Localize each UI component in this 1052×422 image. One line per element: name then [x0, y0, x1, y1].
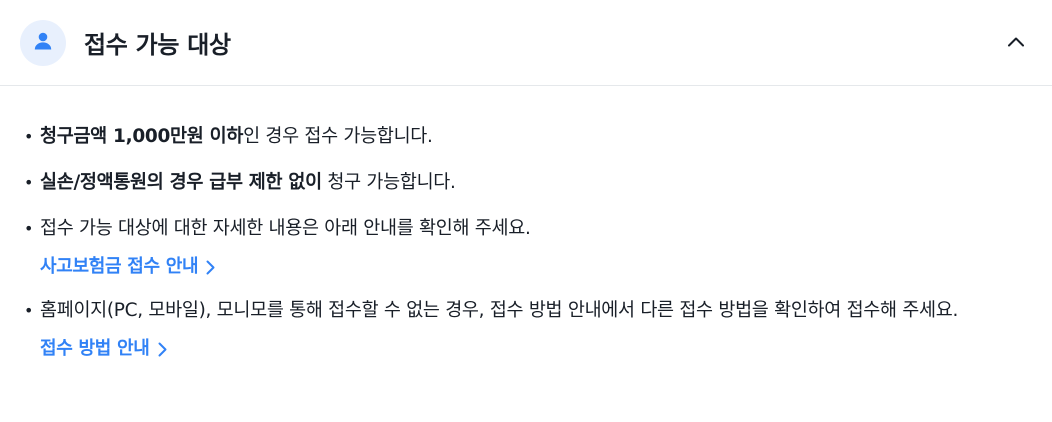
- list-item-text: 실손/정액통원의 경우 급부 제한 없이 청구 가능합니다.: [40, 168, 456, 198]
- claim-method-guide-link[interactable]: 접수 방법 안내: [40, 334, 167, 364]
- chevron-up-icon: [1007, 33, 1025, 52]
- list-item-rest: 청구 가능합니다.: [321, 172, 456, 193]
- list-item-rest: 접수 가능 대상에 대한 자세한 내용은 아래 안내를 확인해 주세요.: [40, 218, 531, 239]
- list-item-text: 홈페이지(PC, 모바일), 모니모를 통해 접수할 수 없는 경우, 접수 방…: [40, 296, 958, 326]
- eligibility-panel: 접수 가능 대상 • 청구금액 1,000만원 이하인 경우 접수 가능합니다.…: [0, 0, 1052, 422]
- link-row: 사고보험금 접수 안내: [24, 244, 1022, 282]
- list-item-bold: 청구금액 1,000만원 이하: [40, 126, 244, 147]
- collapse-button[interactable]: [1002, 29, 1030, 57]
- list-item-bold: 실손/정액통원의 경우 급부 제한 없이: [40, 172, 322, 193]
- bullet: •: [24, 301, 34, 320]
- accident-insurance-guide-link[interactable]: 사고보험금 접수 안내: [40, 252, 215, 282]
- user-icon: [32, 30, 54, 56]
- list-item-text: 청구금액 1,000만원 이하인 경우 접수 가능합니다.: [40, 122, 433, 152]
- chevron-right-icon: [206, 260, 215, 275]
- list-item-rest: 홈페이지(PC, 모바일), 모니모를 통해 접수할 수 없는 경우, 접수 방…: [40, 300, 959, 321]
- link-label: 사고보험금 접수 안내: [40, 256, 199, 277]
- list-item: • 청구금액 1,000만원 이하인 경우 접수 가능합니다.: [24, 122, 1022, 152]
- link-label: 접수 방법 안내: [40, 338, 150, 359]
- chevron-right-icon: [158, 342, 167, 357]
- panel-content: • 청구금액 1,000만원 이하인 경우 접수 가능합니다. • 실손/정액통…: [0, 86, 1052, 364]
- link-row: 접수 방법 안내: [24, 326, 1022, 364]
- avatar: [20, 19, 66, 66]
- panel-header[interactable]: 접수 가능 대상: [0, 0, 1052, 86]
- bullet: •: [24, 127, 34, 146]
- list-item: • 실손/정액통원의 경우 급부 제한 없이 청구 가능합니다.: [24, 168, 1022, 198]
- bullet: •: [24, 219, 34, 238]
- list-item-text: 접수 가능 대상에 대한 자세한 내용은 아래 안내를 확인해 주세요.: [40, 214, 531, 244]
- list-item: • 접수 가능 대상에 대한 자세한 내용은 아래 안내를 확인해 주세요.: [24, 214, 1022, 244]
- bullet: •: [24, 173, 34, 192]
- list-item-rest: 인 경우 접수 가능합니다.: [243, 126, 433, 147]
- list-item: • 홈페이지(PC, 모바일), 모니모를 통해 접수할 수 없는 경우, 접수…: [24, 296, 1022, 326]
- panel-title: 접수 가능 대상: [84, 31, 231, 59]
